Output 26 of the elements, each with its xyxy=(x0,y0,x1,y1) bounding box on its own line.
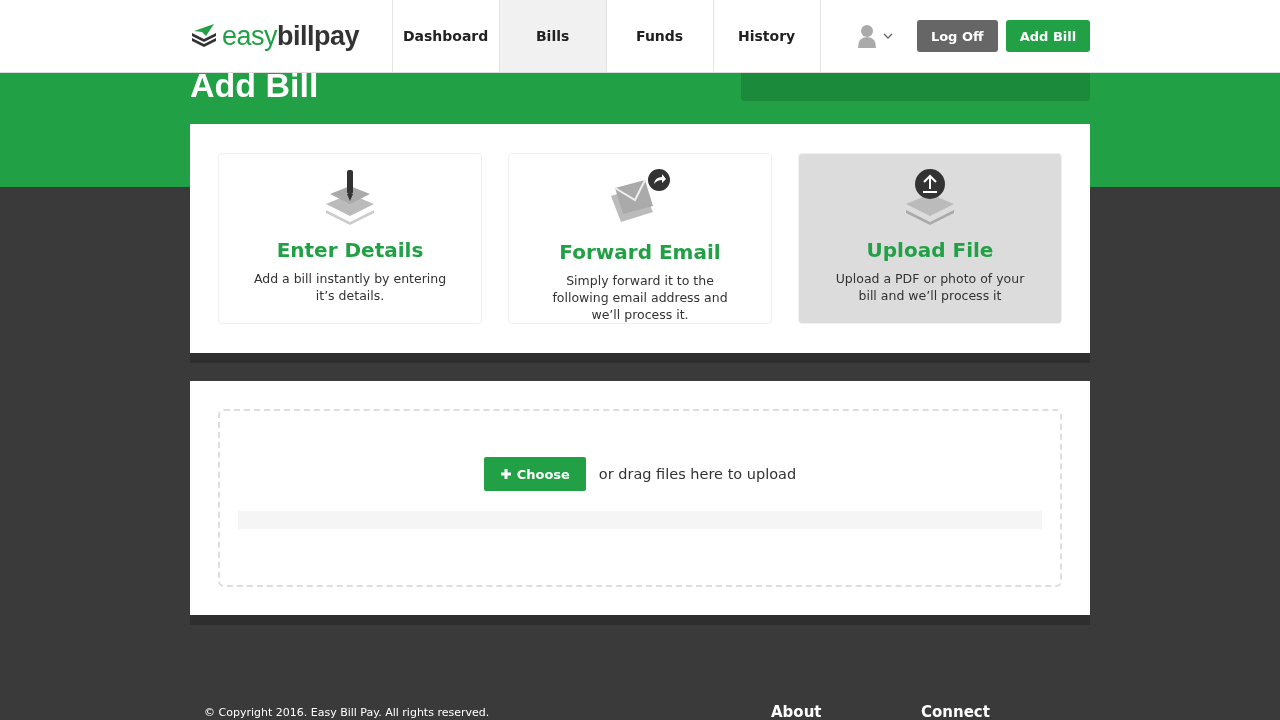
nav-tab[interactable]: Bills xyxy=(499,0,607,72)
method-description: Simply forward it to the following email address and we’ll process it. xyxy=(551,272,729,323)
chevron-down-icon[interactable] xyxy=(882,33,893,39)
nav-tab[interactable]: History xyxy=(713,0,821,72)
method-card[interactable]: Upload File Upload a PDF or photo of your bill and we’ll process it xyxy=(798,153,1062,324)
method-title: Forward Email xyxy=(559,240,721,264)
method-title: Upload File xyxy=(866,238,994,262)
log-off-button[interactable]: Log Off xyxy=(916,20,998,52)
drop-hint: or drag files here to upload xyxy=(598,466,797,482)
copyright-text: © Copyright 2016. Easy Bill Pay. All rights reserved. xyxy=(204,706,491,720)
logo-icon xyxy=(190,22,218,50)
method-description: Upload a PDF or photo of your bill and we’ll process it xyxy=(834,270,1026,304)
footer-heading: About xyxy=(771,704,823,720)
drop-zone[interactable]: Choose or drag files here to upload xyxy=(218,409,1062,587)
pen-on-papers-icon xyxy=(324,168,376,226)
method-card[interactable]: Forward Email Simply forward it to the following email address and we’ll process it. xyxy=(508,153,772,324)
method-card[interactable]: Enter Details Add a bill instantly by entering it’s details. xyxy=(218,153,482,324)
logo-text: easybillpay xyxy=(222,20,360,52)
upload-papers-icon xyxy=(904,168,956,226)
footer-heading: Connect xyxy=(921,704,990,720)
nav-tab[interactable]: Dashboard xyxy=(392,0,500,72)
page-title: Add Bill xyxy=(190,73,319,105)
method-title: Enter Details xyxy=(276,238,424,262)
plus-icon xyxy=(499,468,512,480)
nav-tab[interactable]: Funds xyxy=(606,0,714,72)
method-description: Add a bill instantly by entering it’s details. xyxy=(252,270,448,304)
